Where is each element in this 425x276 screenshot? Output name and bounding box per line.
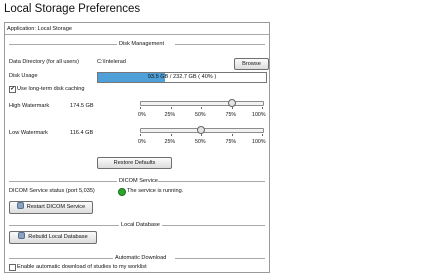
high-watermark-value: 174.5 GB (70, 103, 94, 109)
slider-tick-label: 0% (138, 112, 146, 118)
slider-tick (201, 134, 202, 136)
slider-tick (140, 134, 141, 136)
slider-tick (262, 107, 263, 109)
low-watermark-label: Low Watermark (9, 130, 48, 136)
restart-dicom-label: Restart DICOM Service (26, 204, 86, 210)
slider-tick-label: 100% (252, 139, 266, 145)
slider-tick (231, 107, 233, 109)
slider-tick-label: 50% (195, 112, 206, 118)
disk-management-header: Disk Management (119, 41, 165, 47)
disk-usage-bar: 93.5 GB / 232.7 GB ( 40% ) (97, 72, 267, 83)
slider-tick-label: 25% (164, 139, 176, 145)
browse-button[interactable]: Browse (234, 58, 269, 70)
divider (162, 225, 265, 226)
preferences-panel: Application: Local Storage Disk Manageme… (4, 22, 270, 273)
app-label: Application: Local Storage (7, 26, 72, 32)
slider-tick-label: 75% (225, 139, 237, 145)
status-ok-icon (118, 188, 126, 196)
divider (175, 44, 265, 45)
service-icon (16, 202, 24, 209)
divider (9, 44, 117, 45)
slider-tick-label: 50% (195, 139, 206, 145)
slider-tick-label: 100% (252, 112, 266, 118)
high-watermark-label: High Watermark (9, 103, 50, 109)
high-watermark-thumb[interactable] (227, 99, 236, 107)
low-watermark-value: 116.4 GB (70, 130, 94, 136)
rebuild-database-label: Rebuild Local Database (28, 234, 88, 240)
disk-usage-text: 93.5 GB / 232.7 GB ( 40% ) (147, 74, 217, 80)
dicom-status-text: The service is running. (127, 188, 184, 194)
slider-tick (231, 134, 233, 136)
dicom-status-label: DICOM Service status (port 5,035) (9, 188, 95, 194)
auto-download-label: Enable automatic download of studies to … (17, 264, 147, 270)
slider-tick (140, 107, 141, 109)
database-icon (18, 232, 26, 239)
automatic-download-header: Automatic Download (115, 255, 167, 261)
long-term-caching-checkbox[interactable]: ✔ (9, 86, 16, 93)
data-directory-label: Data Directory (for all users) (9, 59, 79, 65)
divider (9, 258, 113, 259)
divider (9, 181, 117, 182)
dicom-service-header: DICOM Service (119, 178, 158, 184)
high-watermark-slider[interactable] (140, 101, 264, 106)
disk-usage-label: Disk Usage (9, 73, 38, 79)
divider (5, 34, 269, 35)
slider-tick-label: 0% (138, 139, 146, 145)
rebuild-database-button[interactable]: Rebuild Local Database (9, 231, 97, 244)
slider-tick (201, 107, 202, 109)
divider (158, 181, 265, 182)
slider-tick (262, 134, 263, 136)
restart-dicom-button[interactable]: Restart DICOM Service (9, 201, 93, 214)
divider (9, 225, 119, 226)
page-title: Local Storage Preferences (4, 3, 141, 15)
auto-download-checkbox[interactable] (9, 264, 16, 271)
data-directory-value: C:\Intelerad (97, 59, 126, 65)
local-database-header: Local Database (121, 222, 160, 228)
divider (175, 258, 265, 259)
long-term-caching-label: Use long-term disk caching (17, 86, 85, 92)
slider-tick (170, 134, 172, 136)
slider-tick-label: 25% (164, 112, 176, 118)
restore-defaults-button[interactable]: Restore Defaults (97, 157, 172, 169)
slider-tick-label: 75% (225, 112, 237, 118)
low-watermark-thumb[interactable] (197, 126, 205, 134)
slider-tick (170, 107, 172, 109)
